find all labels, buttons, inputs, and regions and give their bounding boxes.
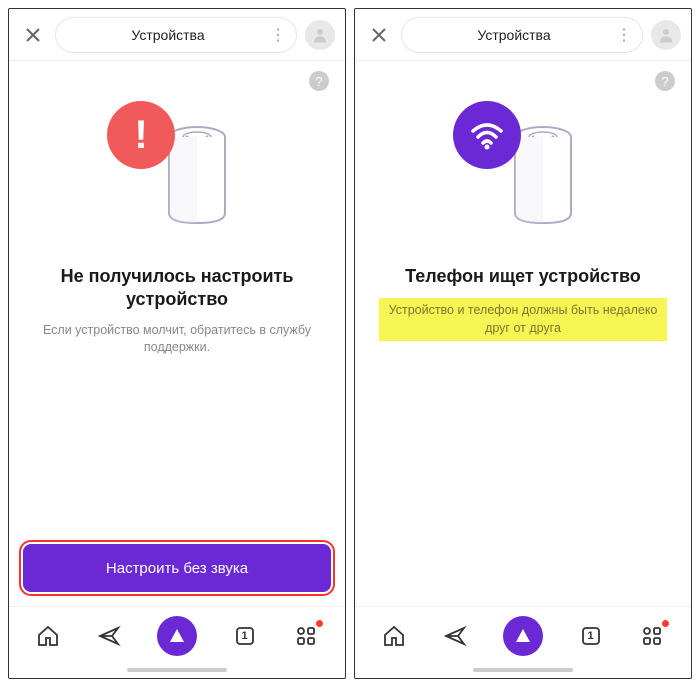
title-pill[interactable]: Устройства ⋮ xyxy=(55,17,297,53)
header: Устройства ⋮ xyxy=(355,9,691,61)
windows-icon[interactable]: 1 xyxy=(231,622,259,650)
windows-count: 1 xyxy=(242,630,248,642)
device-illustration: ! xyxy=(97,101,257,241)
help-icon[interactable]: ? xyxy=(309,71,329,91)
setup-without-sound-button[interactable]: Настроить без звука xyxy=(23,544,331,592)
help-icon[interactable]: ? xyxy=(655,71,675,91)
error-icon: ! xyxy=(107,101,175,169)
grid-icon[interactable] xyxy=(292,622,320,650)
tabbar: 1 xyxy=(355,606,691,664)
searching-subtext: Устройство и телефон должны быть недалек… xyxy=(379,298,667,341)
error-heading: Не получилось настроить устройство xyxy=(33,265,321,312)
tabbar: 1 xyxy=(9,606,345,664)
windows-icon[interactable]: 1 xyxy=(577,622,605,650)
nav-indicator xyxy=(473,668,573,672)
windows-count: 1 xyxy=(588,630,594,642)
grid-icon[interactable] xyxy=(638,622,666,650)
avatar[interactable] xyxy=(651,20,681,50)
content-area: ? Телефон ищет устройст xyxy=(355,61,691,606)
menu-dots-icon[interactable]: ⋮ xyxy=(270,25,286,45)
nav-indicator xyxy=(127,668,227,672)
device-illustration xyxy=(443,101,603,241)
home-icon[interactable] xyxy=(34,622,62,650)
avatar[interactable] xyxy=(305,20,335,50)
phone-screen-left: Устройства ⋮ ? ! Не получилось настрои xyxy=(8,8,346,679)
close-button[interactable] xyxy=(365,21,393,49)
header: Устройства ⋮ xyxy=(9,9,345,61)
send-icon[interactable] xyxy=(441,622,469,650)
page-title: Устройства xyxy=(131,27,204,43)
error-subtext: Если устройство молчит, обратитесь в слу… xyxy=(33,322,321,357)
searching-heading: Телефон ищет устройство xyxy=(405,265,641,288)
cta-area: Настроить без звука xyxy=(9,544,345,606)
notification-dot xyxy=(316,620,323,627)
wifi-icon xyxy=(453,101,521,169)
home-icon[interactable] xyxy=(380,622,408,650)
send-icon[interactable] xyxy=(95,622,123,650)
content-area: ? ! Не получилось настроить устройство Е… xyxy=(9,61,345,544)
phone-screen-right: Устройства ⋮ ? xyxy=(354,8,692,679)
title-pill[interactable]: Устройства ⋮ xyxy=(401,17,643,53)
page-title: Устройства xyxy=(477,27,550,43)
alice-button[interactable] xyxy=(157,616,197,656)
menu-dots-icon[interactable]: ⋮ xyxy=(616,25,632,45)
alice-button[interactable] xyxy=(503,616,543,656)
notification-dot xyxy=(662,620,669,627)
close-button[interactable] xyxy=(19,21,47,49)
